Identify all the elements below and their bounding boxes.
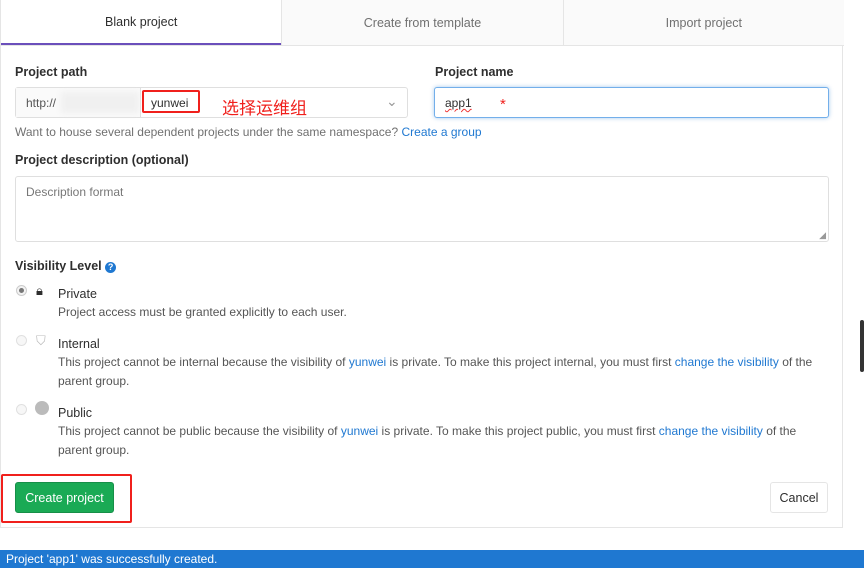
public-title: Public — [58, 406, 93, 420]
internal-title: Internal — [58, 337, 100, 351]
annotation-box-namespace — [142, 90, 200, 113]
group-hint: Want to house several dependent projects… — [15, 125, 482, 139]
globe-icon — [35, 401, 49, 415]
help-icon[interactable]: ? — [105, 262, 117, 273]
public-desc-mid: is private. To make this project public,… — [381, 424, 656, 438]
radio-private[interactable] — [16, 285, 27, 296]
description-textarea[interactable]: Description format ◢ — [15, 176, 829, 242]
url-prefix: http:// — [26, 96, 57, 110]
project-path-label: Project path — [15, 65, 88, 79]
new-project-card: Blank project Create from template Impor… — [0, 0, 844, 528]
blurred-host — [61, 92, 139, 113]
lock-icon: 🔒︎ — [36, 283, 43, 298]
project-name-value: app1 — [445, 96, 472, 110]
annotation-box-create — [1, 474, 132, 523]
change-visibility-link[interactable]: change the visibility — [659, 424, 763, 438]
project-tabs: Blank project Create from template Impor… — [1, 0, 844, 46]
internal-desc-mid: is private. To make this project interna… — [389, 355, 672, 369]
description-placeholder: Description format — [26, 185, 124, 199]
internal-desc-pre: This project cannot be internal because … — [58, 355, 346, 369]
flash-text: Project 'app1' was successfully created. — [6, 552, 218, 566]
group-hint-text: Want to house several dependent projects… — [15, 125, 399, 139]
private-title: Private — [58, 287, 97, 301]
public-desc-pre: This project cannot be public because th… — [58, 424, 338, 438]
annotation-text: 选择运维组 — [222, 99, 307, 118]
tab-create-from-template[interactable]: Create from template — [281, 0, 563, 45]
required-mark: * — [500, 96, 506, 113]
description-label: Project description (optional) — [15, 153, 189, 167]
chevron-down-icon: ⌄ — [386, 93, 398, 109]
project-name-label: Project name — [435, 65, 514, 79]
tab-blank-project[interactable]: Blank project — [1, 0, 282, 45]
change-visibility-link[interactable]: change the visibility — [675, 355, 779, 369]
group-link[interactable]: yunwei — [349, 355, 386, 369]
group-link[interactable]: yunwei — [341, 424, 378, 438]
radio-public[interactable] — [16, 404, 27, 415]
project-name-input[interactable]: app1 * — [434, 87, 829, 118]
shield-icon: ⛉ — [36, 333, 46, 348]
public-desc: This project cannot be public because th… — [58, 422, 833, 460]
create-group-link[interactable]: Create a group — [401, 125, 481, 139]
private-desc: Project access must be granted explicitl… — [58, 305, 347, 319]
internal-desc: This project cannot be internal because … — [58, 353, 833, 391]
resize-handle-icon[interactable]: ◢ — [819, 230, 826, 241]
visibility-label: Visibility Level ? — [15, 259, 117, 273]
tab-import-project[interactable]: Import project — [562, 0, 844, 45]
project-path-select[interactable]: http:// yunwei ⌄ — [15, 87, 408, 118]
visibility-label-text: Visibility Level — [15, 259, 102, 273]
radio-internal[interactable] — [16, 335, 27, 346]
flash-banner: Project 'app1' was successfully created. — [0, 550, 864, 568]
cancel-button[interactable]: Cancel — [770, 482, 828, 513]
scrollbar[interactable] — [860, 320, 864, 372]
